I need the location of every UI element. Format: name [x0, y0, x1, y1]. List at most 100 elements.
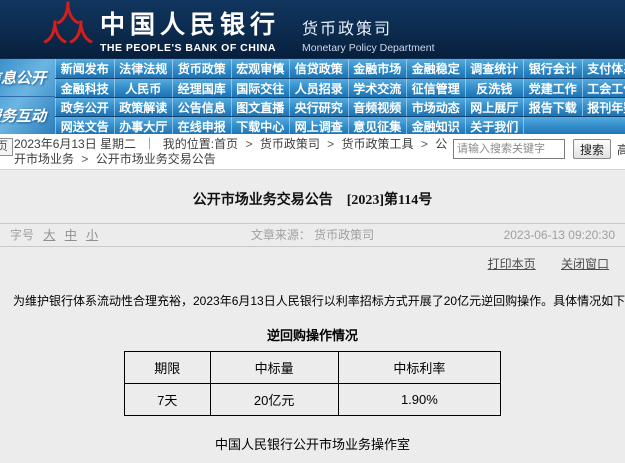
table-row: 7天 20亿元 1.90%: [125, 384, 501, 416]
nav-item-renminbi[interactable]: 人民币: [114, 79, 173, 97]
nav-item-international[interactable]: 国际交往: [231, 79, 290, 97]
article-datetime: 2023-06-13 09:20:30: [434, 224, 616, 246]
source-value: 货币政策司: [314, 228, 374, 242]
nav-item-financial-stability[interactable]: 金融稳定: [406, 59, 465, 78]
nav-row-2: 金融科技 人民币 经理国库 国际交往 人员招录 学术交流 征信管理 反洗钱 党建…: [55, 78, 625, 97]
nav-row-3: 政务公开 政策解读 公告信息 图文直播 央行研究 音频视频 市场动态 网上展厅 …: [55, 97, 625, 116]
signature-office: 中国人民银行公开市场业务操作室: [0, 434, 625, 453]
nav-item-financial-markets[interactable]: 金融市场: [348, 59, 407, 78]
table-title: 逆回购操作情况: [0, 325, 625, 344]
breadcrumb-location-home[interactable]: 我的位置:首页: [163, 137, 238, 151]
nav-item-macroprudential[interactable]: 宏观审慎: [231, 59, 290, 78]
breadcrumb-item-policy-tools[interactable]: 货币政策工具: [342, 137, 414, 151]
nav-item-periodicals[interactable]: 报刊年鉴: [582, 98, 625, 116]
breadcrumb-separator: >: [245, 137, 252, 151]
nav-filler: [523, 117, 625, 134]
nav-item-state-treasury[interactable]: 经理国库: [172, 79, 231, 97]
nav-item-download-center[interactable]: 下载中心: [231, 117, 290, 134]
nav-item-market-trends[interactable]: 市场动态: [406, 98, 465, 116]
main-navigation: 信息公开 服务互动 新闻发布 法律法规 货币政策 宏观审慎 信贷政策 金融市场 …: [0, 58, 625, 134]
nav-row-1: 新闻发布 法律法规 货币政策 宏观审慎 信贷政策 金融市场 金融稳定 调查统计 …: [55, 59, 625, 78]
nav-item-about-us[interactable]: 关于我们: [465, 117, 524, 134]
nav-item-policy-interpretation[interactable]: 政策解读: [114, 98, 173, 116]
breadcrumb-separator: >: [421, 137, 428, 151]
article-source: 文章来源： 货币政策司: [192, 224, 434, 246]
nav-item-statistics[interactable]: 调查统计: [465, 59, 524, 78]
table-header-row: 期限 中标量 中标利率: [125, 352, 501, 384]
bank-identity: 中国人民银行 THE PEOPLE'S BANK OF CHINA: [100, 5, 280, 54]
article-meta-bar: 字号 大 中 小 文章来源： 货币政策司 2023-06-13 09:20:30: [0, 223, 625, 247]
breadcrumb-item-trade-announcements[interactable]: 公开市场业务交易公告: [96, 152, 216, 166]
bank-name-en: THE PEOPLE'S BANK OF CHINA: [100, 42, 280, 54]
nav-item-audio-video[interactable]: 音频视频: [348, 98, 407, 116]
nav-item-report-download[interactable]: 报告下载: [523, 98, 582, 116]
breadcrumb-separator: >: [81, 152, 88, 166]
cell-bid-amount: 20亿元: [210, 384, 338, 416]
nav-item-recruitment[interactable]: 人员招录: [289, 79, 348, 97]
department-name-cn: 货币政策司: [302, 15, 434, 39]
nav-section-label: 服务互动: [0, 105, 46, 126]
nav-item-news[interactable]: 新闻发布: [55, 59, 114, 78]
nav-item-credit-policy[interactable]: 信贷政策: [289, 59, 348, 78]
font-size-large[interactable]: 大: [43, 228, 55, 242]
breadcrumb-date: 2023年6月13日 星期二: [14, 137, 136, 151]
nav-item-party-building[interactable]: 党建工作: [523, 79, 582, 97]
nav-item-payment-system[interactable]: 支付体系: [582, 59, 625, 78]
nav-item-bank-accounting[interactable]: 银行会计: [523, 59, 582, 78]
nav-item-anti-money-laundering[interactable]: 反洗钱: [465, 79, 524, 97]
font-size-controls: 字号 大 中 小: [10, 224, 192, 246]
nav-item-live-broadcast[interactable]: 图文直播: [231, 98, 290, 116]
article-panel: 公开市场业务交易公告 [2023]第114号 字号 大 中 小 文章来源： 货币…: [0, 169, 625, 463]
nav-item-monetary-policy[interactable]: 货币政策: [172, 59, 231, 78]
nav-item-online-gallery[interactable]: 网上展厅: [465, 98, 524, 116]
nav-item-financial-knowledge[interactable]: 金融知识: [406, 117, 465, 134]
nav-row-4: 网送文告 办事大厅 在线申报 下载中心 网上调查 意见征集 金融知识 关于我们: [55, 116, 625, 134]
nav-item-academic-exchange[interactable]: 学术交流: [348, 79, 407, 97]
cell-term: 7天: [125, 384, 211, 416]
nav-item-online-filing[interactable]: 在线申报: [172, 117, 231, 134]
font-size-medium[interactable]: 中: [65, 228, 77, 242]
search-input[interactable]: [453, 139, 565, 159]
nav-item-research[interactable]: 央行研究: [289, 98, 348, 116]
advanced-search-link[interactable]: 高级搜索: [617, 141, 625, 158]
nav-item-laws[interactable]: 法律法规: [114, 59, 173, 78]
breadcrumb-divider: ｜: [143, 137, 155, 151]
close-window-link[interactable]: 关闭窗口: [561, 257, 609, 271]
article-title: 公开市场业务交易公告 [2023]第114号: [0, 189, 625, 209]
search-area: 搜索 高级搜索: [453, 139, 625, 159]
nav-item-credit-reporting[interactable]: 征信管理: [406, 79, 465, 97]
nav-item-fintech[interactable]: 金融科技: [55, 79, 114, 97]
nav-grid: 新闻发布 法律法规 货币政策 宏观审慎 信贷政策 金融市场 金融稳定 调查统计 …: [55, 59, 625, 134]
article-body: 为维护银行体系流动性合理充裕，2023年6月13日人民银行以利率招标方式开展了2…: [13, 292, 625, 309]
header: 人人人 中国人民银行 THE PEOPLE'S BANK OF CHINA 货币…: [0, 0, 625, 58]
nav-item-online-notices[interactable]: 网送文告: [55, 117, 114, 134]
corner-box[interactable]: 页: [0, 138, 13, 156]
col-header-bid-rate: 中标利率: [338, 352, 500, 384]
nav-item-announcements[interactable]: 公告信息: [172, 98, 231, 116]
col-header-bid-amount: 中标量: [210, 352, 338, 384]
nav-item-service-hall[interactable]: 办事大厅: [114, 117, 173, 134]
nav-side-sections: 信息公开 服务互动: [0, 59, 55, 134]
breadcrumb-item-monetary-policy-dept[interactable]: 货币政策司: [260, 137, 320, 151]
cell-bid-rate: 1.90%: [338, 384, 500, 416]
page: 人人人 中国人民银行 THE PEOPLE'S BANK OF CHINA 货币…: [0, 0, 625, 463]
pboc-emblem-icon: 人人人: [42, 5, 94, 53]
search-button[interactable]: 搜索: [573, 139, 611, 159]
nav-item-gov-affairs[interactable]: 政务公开: [55, 98, 114, 116]
col-header-term: 期限: [125, 352, 211, 384]
font-size-small[interactable]: 小: [86, 228, 98, 242]
nav-section-info-disclosure[interactable]: 信息公开: [0, 59, 55, 97]
breadcrumb-separator: >: [327, 137, 334, 151]
print-page-link[interactable]: 打印本页: [488, 257, 536, 271]
nav-section-service-interaction[interactable]: 服务互动: [0, 97, 55, 134]
font-size-label: 字号: [10, 228, 34, 242]
nav-item-feedback[interactable]: 意见征集: [348, 117, 407, 134]
nav-section-label: 信息公开: [0, 67, 46, 88]
nav-item-online-survey[interactable]: 网上调查: [289, 117, 348, 134]
repo-operation-table: 期限 中标量 中标利率 7天 20亿元 1.90%: [124, 351, 501, 416]
article-actions: 打印本页 关闭窗口: [0, 255, 609, 272]
breadcrumb-bar: 页 2023年6月13日 星期二 ｜ 我的位置:首页 > 货币政策司 > 货币政…: [0, 134, 625, 169]
breadcrumb: 2023年6月13日 星期二 ｜ 我的位置:首页 > 货币政策司 > 货币政策工…: [14, 137, 454, 167]
nav-item-labor-union[interactable]: 工会工作: [582, 79, 625, 97]
department-identity: 货币政策司 Monetary Policy Department: [302, 5, 434, 54]
